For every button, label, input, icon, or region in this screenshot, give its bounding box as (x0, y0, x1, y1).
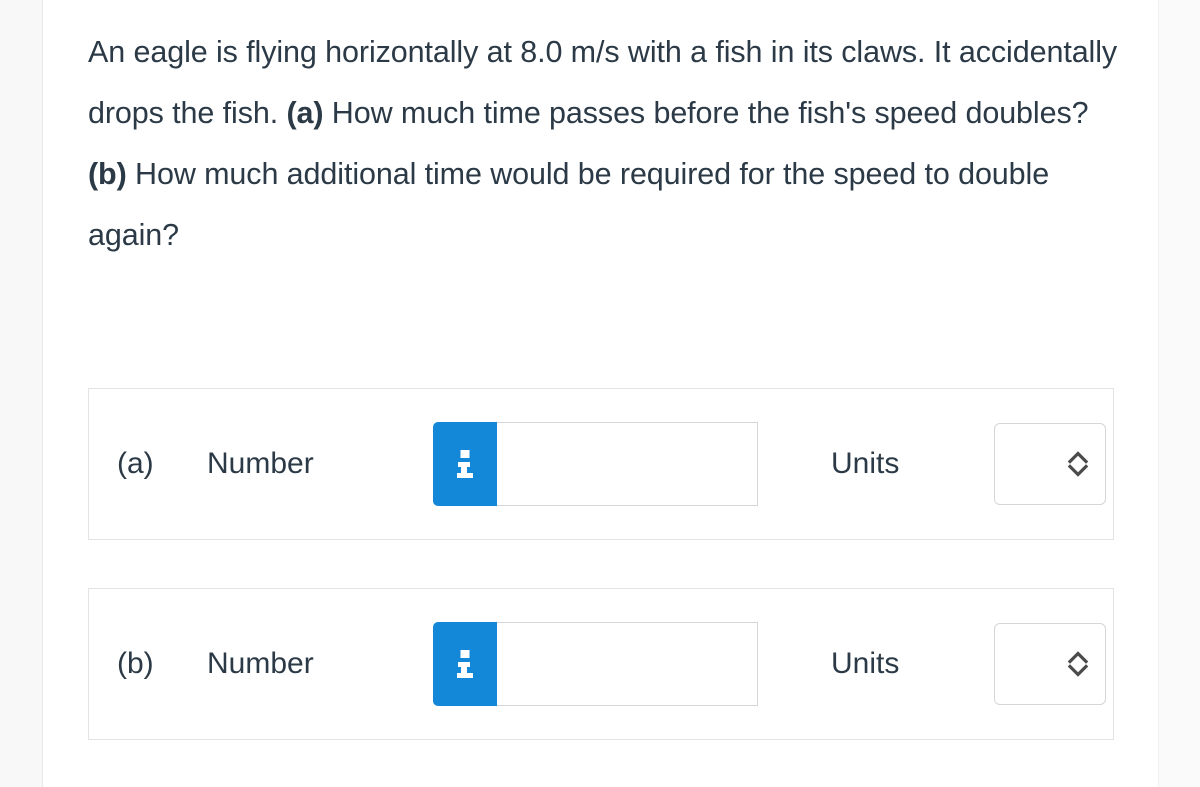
up-down-chevron-icon (1065, 449, 1091, 479)
info-icon (455, 444, 475, 484)
question-text-segment: How much time passes before the fish's s… (323, 96, 1089, 130)
number-input-group-b (433, 622, 758, 706)
left-gutter (0, 0, 43, 787)
question-text: An eagle is flying horizontally at 8.0 m… (88, 22, 1118, 266)
units-label-b: Units (831, 647, 900, 680)
answer-row-a: (a) Number Units (88, 388, 1114, 540)
units-select-b[interactable] (994, 623, 1106, 705)
info-icon-button-b[interactable] (433, 622, 497, 706)
info-icon (455, 644, 475, 684)
units-label-a: Units (831, 447, 900, 480)
part-label-a: (a) (117, 447, 154, 480)
question-content-area: An eagle is flying horizontally at 8.0 m… (44, 0, 1158, 787)
part-label-b: (b) (117, 647, 154, 680)
units-select-a[interactable] (994, 423, 1106, 505)
info-icon-button-a[interactable] (433, 422, 497, 506)
number-label-b: Number (207, 647, 314, 680)
question-part-marker: (b) (88, 157, 127, 191)
up-down-chevron-icon (1065, 649, 1091, 679)
right-gutter (1158, 0, 1200, 787)
number-input-group-a (433, 422, 758, 506)
question-part-marker: (a) (286, 96, 324, 130)
number-label-a: Number (207, 447, 314, 480)
answer-row-b: (b) Number Units (88, 588, 1114, 740)
question-text-segment: How much additional time would be requir… (88, 157, 1050, 252)
number-input-b[interactable] (496, 622, 758, 706)
number-input-a[interactable] (496, 422, 758, 506)
